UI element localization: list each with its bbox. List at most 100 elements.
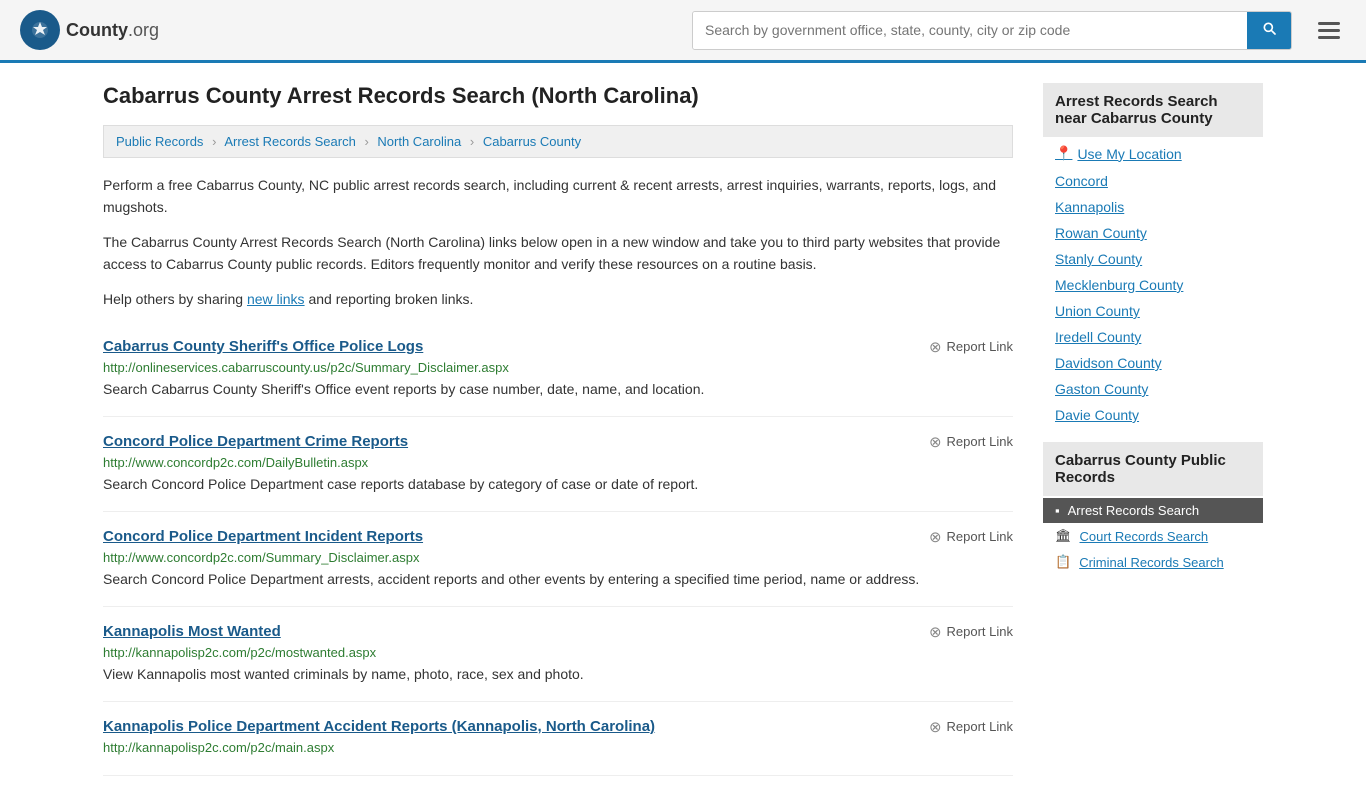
sidebar-record-link-2[interactable]: Criminal Records Search [1079,555,1224,570]
logo-icon [20,10,60,50]
record-url-4: http://kannapolisp2c.com/p2c/main.aspx [103,740,1013,755]
record-desc-1: Search Concord Police Department case re… [103,474,1013,495]
nearby-links-list: Concord Kannapolis Rowan County Stanly Coun… [1043,168,1263,428]
sidebar-record-link-item: 📋 Criminal Records Search [1043,549,1263,575]
record-card-header-4: Kannapolis Police Department Accident Re… [103,718,1013,736]
intro-text-3: Help others by sharing new links and rep… [103,288,1013,310]
report-icon-3: ⊗ [929,623,942,641]
report-icon-1: ⊗ [929,433,942,451]
report-link-label-0: Report Link [947,339,1013,354]
sidebar-nearby-link-7[interactable]: Davidson County [1055,355,1162,371]
report-link-label-1: Report Link [947,434,1013,449]
sidebar-nearby-link-3[interactable]: Stanly County [1055,251,1142,267]
sidebar-record-link-item: ▪ Arrest Records Search [1043,498,1263,523]
menu-button[interactable] [1312,16,1346,45]
record-title-3[interactable]: Kannapolis Most Wanted [103,623,281,640]
breadcrumb-cabarrus-county[interactable]: Cabarrus County [483,134,581,149]
record-url-1: http://www.concordp2c.com/DailyBulletin.… [103,455,1013,470]
sidebar-nearby-item: Rowan County [1043,220,1263,246]
sidebar-record-link-item: 🏛 Court Records Search [1043,523,1263,549]
sidebar-record-link-1[interactable]: Court Records Search [1080,529,1209,544]
logo-link[interactable]: County.org [20,10,159,50]
logo-suffix: .org [128,20,159,40]
page-title: Cabarrus County Arrest Records Search (N… [103,83,1013,109]
intro-text-1: Perform a free Cabarrus County, NC publi… [103,174,1013,219]
record-card-header-1: Concord Police Department Crime Reports … [103,433,1013,451]
record-link-icon-1: 🏛 [1055,528,1072,544]
sidebar-nearby-item: Kannapolis [1043,194,1263,220]
sidebar-nearby-item: Union County [1043,298,1263,324]
breadcrumb-north-carolina[interactable]: North Carolina [377,134,461,149]
sidebar-public-records-title: Cabarrus County Public Records [1043,442,1263,496]
record-title-0[interactable]: Cabarrus County Sheriff's Office Police … [103,338,423,355]
use-location-label: Use My Location [1077,146,1181,162]
report-icon-4: ⊗ [929,718,942,736]
record-desc-2: Search Concord Police Department arrests… [103,569,1013,590]
search-button[interactable] [1247,12,1291,49]
record-card-header-2: Concord Police Department Incident Repor… [103,528,1013,546]
sidebar-nearby-item: Stanly County [1043,246,1263,272]
report-link-button-1[interactable]: ⊗ Report Link [929,433,1013,451]
search-input[interactable] [693,12,1247,49]
records-list: Cabarrus County Sheriff's Office Police … [103,322,1013,776]
record-card: Cabarrus County Sheriff's Office Police … [103,322,1013,417]
sidebar-nearby-item: Davie County [1043,402,1263,428]
sidebar: Arrest Records Search near Cabarrus Coun… [1043,83,1263,776]
record-link-icon-2: 📋 [1055,554,1071,570]
sidebar-nearby-title: Arrest Records Search near Cabarrus Coun… [1043,83,1263,137]
logo-text: County.org [66,20,159,41]
record-desc-0: Search Cabarrus County Sheriff's Office … [103,379,1013,400]
record-title-2[interactable]: Concord Police Department Incident Repor… [103,528,423,545]
sidebar-nearby-link-0[interactable]: Concord [1055,173,1108,189]
breadcrumb-public-records[interactable]: Public Records [116,134,203,149]
new-links-link[interactable]: new links [247,291,305,307]
main-container: Cabarrus County Arrest Records Search (N… [83,63,1283,796]
sidebar-nearby-link-1[interactable]: Kannapolis [1055,199,1124,215]
record-card: Kannapolis Most Wanted ⊗ Report Link htt… [103,607,1013,702]
sidebar-nearby-item: Concord [1043,168,1263,194]
breadcrumb-sep3: › [470,134,474,149]
content-area: Cabarrus County Arrest Records Search (N… [103,83,1013,776]
report-link-button-0[interactable]: ⊗ Report Link [929,338,1013,356]
sidebar-nearby-item: Davidson County [1043,350,1263,376]
record-url-0: http://onlineservices.cabarruscounty.us/… [103,360,1013,375]
report-link-button-3[interactable]: ⊗ Report Link [929,623,1013,641]
public-record-links-list: ▪ Arrest Records Search 🏛 Court Records Sea… [1043,498,1263,575]
intro-text-3-suffix: and reporting broken links. [305,291,474,307]
sidebar-nearby-item: Iredell County [1043,324,1263,350]
report-icon-0: ⊗ [929,338,942,356]
breadcrumb: Public Records › Arrest Records Search ›… [103,125,1013,158]
report-link-label-3: Report Link [947,624,1013,639]
breadcrumb-sep2: › [364,134,368,149]
sidebar-nearby-link-9[interactable]: Davie County [1055,407,1139,423]
record-desc-3: View Kannapolis most wanted criminals by… [103,664,1013,685]
sidebar-nearby-link-5[interactable]: Union County [1055,303,1140,319]
pin-icon: 📍 [1055,145,1072,162]
intro-text-2: The Cabarrus County Arrest Records Searc… [103,231,1013,276]
report-icon-2: ⊗ [929,528,942,546]
intro-text-3-prefix: Help others by sharing [103,291,247,307]
header: County.org [0,0,1366,63]
record-link-icon-0: ▪ [1055,503,1060,518]
report-link-label-4: Report Link [947,719,1013,734]
report-link-label-2: Report Link [947,529,1013,544]
sidebar-nearby-link-4[interactable]: Mecklenburg County [1055,277,1183,293]
breadcrumb-sep1: › [212,134,216,149]
record-card: Concord Police Department Crime Reports … [103,417,1013,512]
record-card-header-0: Cabarrus County Sheriff's Office Police … [103,338,1013,356]
report-link-button-4[interactable]: ⊗ Report Link [929,718,1013,736]
record-title-4[interactable]: Kannapolis Police Department Accident Re… [103,718,655,735]
sidebar-nearby-item: Mecklenburg County [1043,272,1263,298]
sidebar-nearby-link-6[interactable]: Iredell County [1055,329,1141,345]
record-card: Concord Police Department Incident Repor… [103,512,1013,607]
sidebar-nearby-link-8[interactable]: Gaston County [1055,381,1148,397]
sidebar-nearby-link-2[interactable]: Rowan County [1055,225,1147,241]
use-location-button[interactable]: 📍 Use My Location [1043,139,1263,168]
sidebar-record-link-0[interactable]: Arrest Records Search [1068,503,1200,518]
search-bar [692,11,1292,50]
breadcrumb-arrest-records[interactable]: Arrest Records Search [224,134,356,149]
record-card: Kannapolis Police Department Accident Re… [103,702,1013,776]
record-title-1[interactable]: Concord Police Department Crime Reports [103,433,408,450]
report-link-button-2[interactable]: ⊗ Report Link [929,528,1013,546]
sidebar-nearby-item: Gaston County [1043,376,1263,402]
